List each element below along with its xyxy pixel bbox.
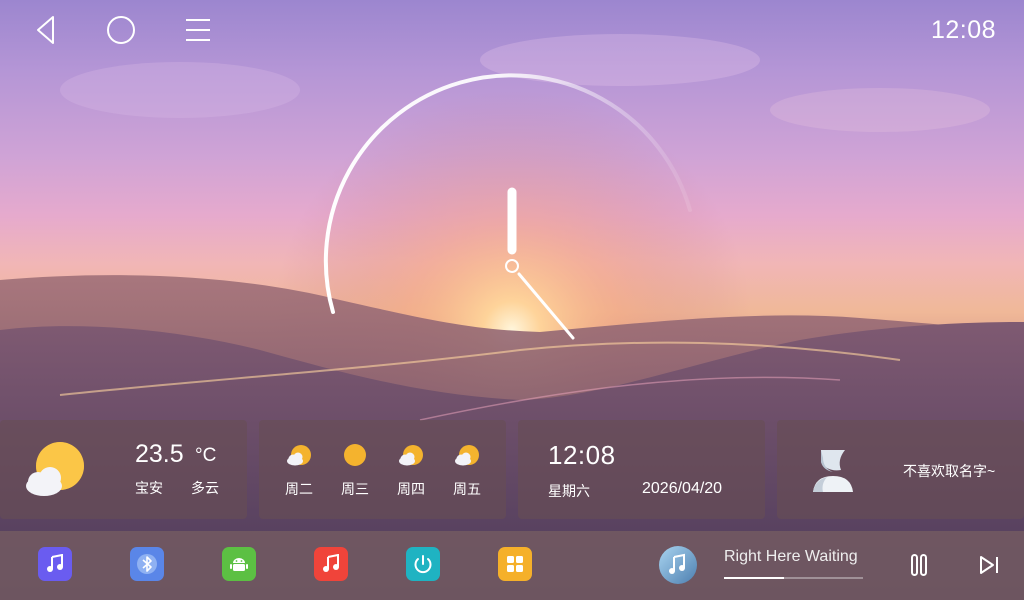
- bottom-dock: Right Here Waiting: [0, 531, 1024, 600]
- song-title: Right Here Waiting: [724, 548, 858, 565]
- weather-card[interactable]: 23.5 °C 宝安 多云: [0, 420, 247, 519]
- partly-cloudy-icon: [26, 442, 84, 496]
- album-art[interactable]: [659, 546, 697, 584]
- music-note-icon: [47, 554, 63, 572]
- date-label: 2026/04/20: [642, 480, 723, 497]
- android-robot-icon: [230, 558, 248, 571]
- apps-grid-icon[interactable]: [498, 547, 532, 581]
- forecast-day-label: 周四: [397, 481, 425, 497]
- power-app-icon[interactable]: [406, 547, 440, 581]
- temperature-unit: °C: [195, 445, 217, 466]
- analog-clock-widget[interactable]: [0, 0, 1024, 420]
- weather-condition: 多云: [191, 480, 219, 496]
- forecast-card[interactable]: 周二 周三 周四 周五: [259, 420, 506, 519]
- user-avatar-icon: [813, 450, 853, 492]
- partly-cloudy-icon: [455, 445, 479, 466]
- partly-cloudy-icon: [287, 445, 311, 466]
- forecast-day-1: 周二: [279, 444, 319, 499]
- music-note-icon: [669, 553, 685, 574]
- pause-icon: [911, 554, 927, 576]
- forecast-day-4: 周五: [447, 444, 487, 499]
- music-player-app-icon[interactable]: [314, 547, 348, 581]
- partly-cloudy-icon: [399, 445, 423, 466]
- bluetooth-icon: [137, 554, 157, 574]
- music-app-icon[interactable]: [38, 547, 72, 581]
- android-app-icon[interactable]: [222, 547, 256, 581]
- next-track-button[interactable]: [977, 553, 1001, 577]
- power-icon: [414, 555, 432, 574]
- forecast-day-3: 周四: [391, 444, 431, 499]
- playback-progress-bar[interactable]: [724, 577, 863, 579]
- playback-progress-fill: [724, 577, 784, 579]
- music-note-icon: [323, 554, 339, 572]
- current-temperature: 23.5: [135, 440, 184, 468]
- forecast-day-2: 周三: [335, 444, 375, 499]
- bluetooth-app-icon[interactable]: [130, 547, 164, 581]
- datetime-card[interactable]: 12:08 星期六 2026/04/20: [518, 420, 765, 519]
- user-card[interactable]: 不喜欢取名字~: [777, 420, 1024, 519]
- pause-button[interactable]: [907, 553, 931, 577]
- digital-time: 12:08: [548, 440, 616, 470]
- forecast-day-label: 周三: [341, 481, 369, 497]
- weather-city: 宝安: [135, 480, 163, 496]
- clock-center-pin: [505, 259, 519, 273]
- user-name: 不喜欢取名字~: [903, 463, 996, 479]
- skip-next-icon: [980, 556, 998, 574]
- clock-minute-hand: [517, 272, 575, 340]
- forecast-day-label: 周二: [285, 481, 313, 497]
- forecast-day-label: 周五: [453, 481, 481, 497]
- weekday-label: 星期六: [548, 483, 590, 499]
- grid-icon: [507, 556, 523, 572]
- sun-icon: [344, 444, 366, 466]
